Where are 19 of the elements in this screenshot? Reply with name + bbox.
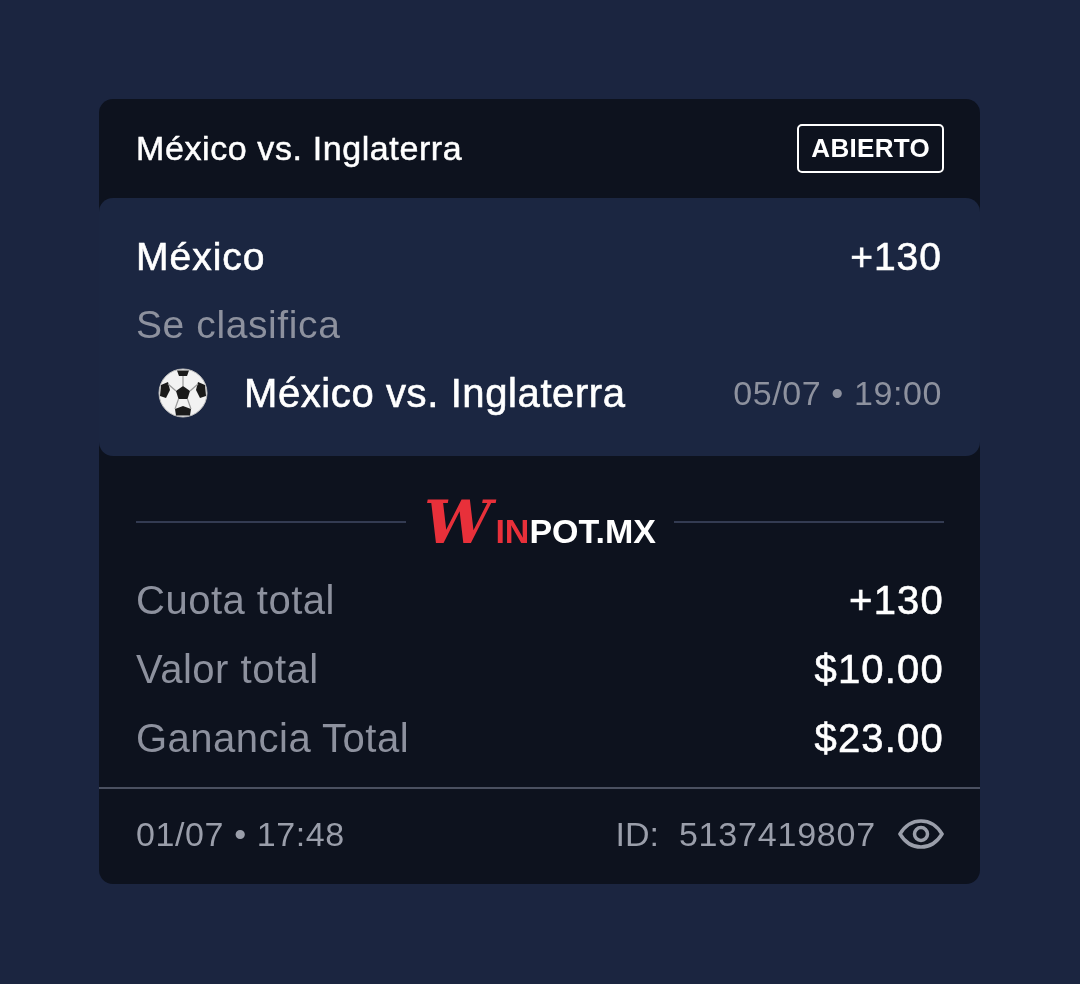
summary-value: $23.00 xyxy=(814,716,944,761)
eye-icon[interactable] xyxy=(898,819,944,849)
summary-label: Cuota total xyxy=(136,578,335,623)
market-name: Se clasifica xyxy=(136,303,341,347)
summary-value: +130 xyxy=(849,578,944,623)
winpot-logo: WINPOT.MX xyxy=(424,487,656,557)
summary-value: $10.00 xyxy=(814,647,944,692)
soccer-ball-icon xyxy=(158,368,208,418)
bet-id: 5137419807 xyxy=(678,814,876,854)
status-badge: ABIERTO xyxy=(797,124,944,173)
event-time: 05/07 • 19:00 xyxy=(733,373,942,413)
pick-name: México xyxy=(136,235,266,279)
id-label: ID: xyxy=(615,814,659,854)
event-name: México vs. Inglaterra xyxy=(244,370,626,416)
event-title: México vs. Inglaterra xyxy=(136,129,463,168)
pick-odds: +130 xyxy=(850,235,942,279)
summary-label: Ganancia Total xyxy=(136,716,410,761)
summary-label: Valor total xyxy=(136,647,319,692)
placed-time: 01/07 • 17:48 xyxy=(136,814,345,854)
